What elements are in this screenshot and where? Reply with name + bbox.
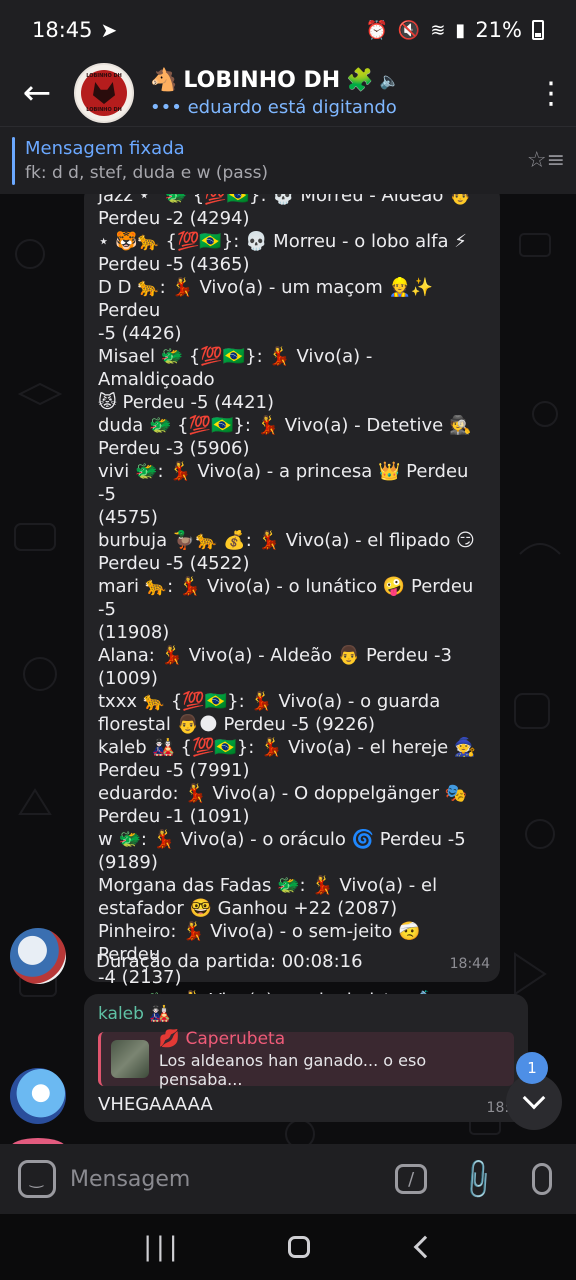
pinned-indicator [12,136,15,185]
microphone-icon[interactable] [532,1163,552,1195]
result-line: jazz ⋆˙ 🐲 {💯🇧🇷}: 💀 Morreu - Aldeão 👨 [98,194,472,206]
unread-badge: 1 [516,1052,548,1084]
result-line: -5 (4426) [98,323,182,344]
quote-thumbnail [111,1040,149,1078]
result-line: florestal 👨🌑 Perdeu -5 (9226) [98,714,376,735]
wolf-logo-icon: LOBINHO DH LOBINHO DH [81,70,127,116]
battery-icon [532,20,544,40]
result-line: eduardo: 💃 Vivo(a) - O doppelgänger 🎭 [98,783,468,804]
result-line: vivi 🐲: 💃 Vivo(a) - a princesa 👑 Perdeu … [98,461,469,505]
reply-sender-name[interactable]: kaleb 🎎 [98,1004,514,1024]
group-avatar[interactable]: LOBINHO DH LOBINHO DH [74,63,134,123]
back-arrow-icon[interactable]: ← [0,73,74,113]
wifi-icon: ≋ [430,19,446,41]
pinned-label: Mensagem fixada [25,138,185,159]
logo-text-bottom: LOBINHO DH [86,107,122,113]
result-line: (9189) [98,852,158,873]
chat-title: LOBINHO DH [183,68,341,93]
status-bar: 18:45 ➤ ⏰ 🔇 ≋ ▮ 21% [0,0,576,60]
sender-avatar[interactable] [10,928,66,984]
signal-icon: ▮ [455,19,466,41]
quoted-message[interactable]: 💋 Caperubeta Los aldeanos han ganado... … [98,1029,514,1089]
reply-sender-avatar[interactable] [10,1068,66,1124]
mute-icon: 🔇 [397,19,421,41]
result-line: mari 🐆: 💃 Vivo(a) - o lunático 🤪 Perdeu … [98,576,474,620]
quote-text: Los aldeanos han ganado... o eso pensaba… [158,1051,427,1089]
attach-icon[interactable]: 📎 [455,1155,503,1203]
more-options-icon[interactable]: ⋮ [526,76,576,111]
reply-text: VHEGAAAAA [98,1094,213,1115]
result-line: Perdeu -5 (4365) [98,254,250,275]
battery-percent: 21% [475,18,522,42]
recents-icon[interactable]: ||| [143,1232,181,1262]
chat-area[interactable]: jazz ⋆˙ 🐲 {💯🇧🇷}: 💀 Morreu - Aldeão 👨 Perd… [0,194,576,1144]
message-input[interactable]: Mensagem [70,1167,395,1192]
result-line: kaleb 🎎 {💯🇧🇷}: 💃 Vivo(a) - el hereje 🧙 [98,737,477,758]
logo-text-top: LOBINHO DH [86,73,122,79]
puzzle-emoji-icon: 🧩 [346,68,374,93]
message-input-bar: Mensagem / 📎 [0,1144,576,1214]
pinned-message[interactable]: Mensagem fixada fk: d d, stef, duda e w … [0,126,576,194]
result-line: w 🐲: 💃 Vivo(a) - o oráculo 🌀 Perdeu -5 [98,829,466,850]
emoji-icon[interactable] [18,1160,56,1198]
pinned-text: fk: d d, stef, duda e w (pass) [25,163,269,183]
muted-icon: 🔈 [379,71,400,90]
result-line: estafador 🤓 Ganhou +22 (2087) [98,898,398,919]
message-bubble[interactable]: jazz ⋆˙ 🐲 {💯🇧🇷}: 💀 Morreu - Aldeão 👨 Perd… [84,194,500,1057]
chevron-down-icon [522,1086,546,1110]
nav-back-icon[interactable] [413,1235,437,1259]
result-line: txxx 🐆 {💯🇧🇷}: 💃 Vivo(a) - o guarda [98,691,441,712]
result-line: 😾 Perdeu -5 (4421) [98,392,275,413]
pin-list-icon[interactable]: ☆≡ [516,148,576,173]
reply-message-bubble[interactable]: kaleb 🎎 💋 Caperubeta Los aldeanos han ga… [84,994,528,1122]
result-line: burbuja 🦆🐆 💰: 💃 Vivo(a) - el flipado 😏 [98,530,475,551]
system-nav-bar: ||| [0,1214,576,1280]
message-time: 18:44 [449,956,490,972]
clock: 18:45 [32,18,93,42]
result-line: Perdeu -2 (4294) [98,208,250,229]
bot-command-icon[interactable]: / [395,1164,428,1194]
typing-status: ••• eduardo está digitando [150,97,397,118]
result-line: duda 🐲 {💯🇧🇷}: 💃 Vivo(a) - Detetive 🕵 [98,415,472,436]
result-line: ⋆ 🐯🐆 {💯🇧🇷}: 💀 Morreu - o lobo alfa ⚡ [98,231,467,252]
telegram-icon: ➤ [100,18,118,42]
horse-emoji-icon: 🐴 [150,68,178,93]
quote-author: 💋 Caperubeta [158,1029,286,1049]
result-line: D D 🐆: 💃 Vivo(a) - um maçom 👷✨ Perdeu [98,277,434,321]
result-line: Perdeu -1 (1091) [98,806,250,827]
result-line: Morgana das Fadas 🐲: 💃 Vivo(a) - el [98,875,438,896]
result-line: (1009) [98,668,158,689]
match-duration: Duração da partida: 00:08:16 [96,951,363,972]
result-line: Perdeu -5 (7991) [98,760,250,781]
result-line: (11908) [98,622,170,643]
alarm-icon: ⏰ [365,19,388,41]
header-info[interactable]: 🐴 LOBINHO DH 🧩 🔈 ••• eduardo está digita… [150,68,526,118]
result-line: Misael 🐲 {💯🇧🇷}: 💃 Vivo(a) - Amaldiçoado [98,346,373,390]
home-icon[interactable] [288,1236,311,1258]
game-results: jazz ⋆˙ 🐲 {💯🇧🇷}: 💀 Morreu - Aldeão 👨 Perd… [98,194,486,1058]
result-line: Perdeu -3 (5906) [98,438,250,459]
result-line: Alana: 💃 Vivo(a) - Aldeão 👨 Perdeu -3 [98,645,452,666]
result-line: Perdeu -5 (4522) [98,553,250,574]
chat-header: ← LOBINHO DH LOBINHO DH 🐴 LOBINHO DH 🧩 🔈… [0,60,576,126]
result-line: (4575) [98,507,158,528]
